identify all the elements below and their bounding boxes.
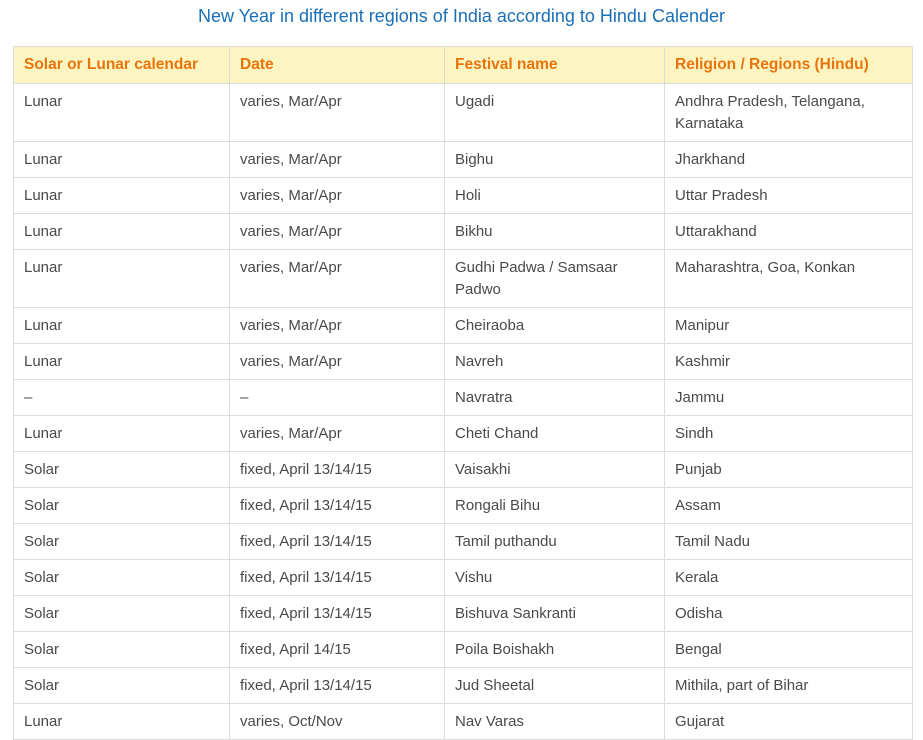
header-festival-name: Festival name [444, 46, 665, 84]
cell-festival-name: Navreh [444, 343, 665, 380]
table-body: Lunar varies, Mar/Apr Ugadi Andhra Pradesh,… [13, 83, 913, 740]
header-regions: Religion / Regions (Hindu) [664, 46, 913, 84]
cell-festival-name: Cheti Chand [444, 415, 665, 452]
cell-calendar-type: Lunar [13, 213, 230, 250]
cell-calendar-type: Lunar [13, 177, 230, 214]
table-row: Solar fixed, April 13/14/15 Rongali Bihu As… [13, 487, 913, 524]
cell-calendar-type: Solar [13, 487, 230, 524]
cell-date: varies, Mar/Apr [229, 177, 445, 214]
cell-festival-name: Gudhi Padwa / Samsaar Padwo [444, 249, 665, 308]
cell-calendar-type: Lunar [13, 343, 230, 380]
cell-festival-name: Jud Sheetal [444, 667, 665, 704]
cell-regions: Bengal [664, 631, 913, 668]
header-row: Solar or Lunar calendar Date Festival na… [13, 46, 913, 84]
table-row: Solar fixed, April 14/15 Poila Boishakh Ben… [13, 631, 913, 668]
festival-table: Solar or Lunar calendar Date Festival na… [13, 46, 913, 740]
cell-date: varies, Mar/Apr [229, 213, 445, 250]
cell-regions: Jharkhand [664, 141, 913, 178]
table-row: Solar fixed, April 13/14/15 Bishuva Sankra… [13, 595, 913, 632]
cell-regions: Sindh [664, 415, 913, 452]
cell-date: varies, Oct/Nov [229, 703, 445, 740]
cell-festival-name: Bikhu [444, 213, 665, 250]
table-row: Solar fixed, April 13/14/15 Vishu Kerala [13, 559, 913, 596]
cell-festival-name: Bishuva Sankranti [444, 595, 665, 632]
cell-festival-name: Nav Varas [444, 703, 665, 740]
cell-calendar-type: Lunar [13, 703, 230, 740]
cell-regions: Maharashtra, Goa, Konkan [664, 249, 913, 308]
table-row: Solar fixed, April 13/14/15 Jud Sheetal Mit… [13, 667, 913, 704]
cell-regions: Assam [664, 487, 913, 524]
table-header: Solar or Lunar calendar Date Festival na… [13, 46, 913, 84]
cell-regions: Punjab [664, 451, 913, 488]
table-row: Lunar varies, Mar/Apr Cheti Chand Sindh [13, 415, 913, 452]
header-calendar-type: Solar or Lunar calendar [13, 46, 230, 84]
table-row: Lunar varies, Mar/Apr Holi Uttar Pradesh [13, 177, 913, 214]
cell-regions: Kashmir [664, 343, 913, 380]
table-row: Lunar varies, Mar/Apr Ugadi Andhra Pradesh,… [13, 83, 913, 142]
cell-festival-name: Holi [444, 177, 665, 214]
cell-date: fixed, April 14/15 [229, 631, 445, 668]
cell-calendar-type: Solar [13, 667, 230, 704]
cell-festival-name: Vaisakhi [444, 451, 665, 488]
table-row: Lunar varies, Mar/Apr Gudhi Padwa / Samsaa… [13, 249, 913, 308]
cell-calendar-type: Solar [13, 451, 230, 488]
cell-date: varies, Mar/Apr [229, 83, 445, 142]
cell-regions: Tamil Nadu [664, 523, 913, 560]
cell-festival-name: Vishu [444, 559, 665, 596]
table-row: Lunar varies, Mar/Apr Cheiraoba Manipur [13, 307, 913, 344]
cell-date: fixed, April 13/14/15 [229, 451, 445, 488]
cell-calendar-type: Lunar [13, 415, 230, 452]
cell-regions: Uttar Pradesh [664, 177, 913, 214]
cell-date: fixed, April 13/14/15 [229, 667, 445, 704]
cell-calendar-type: Lunar [13, 83, 230, 142]
cell-date: varies, Mar/Apr [229, 249, 445, 308]
cell-calendar-type: Lunar [13, 307, 230, 344]
cell-festival-name: Poila Boishakh [444, 631, 665, 668]
table-row: Lunar varies, Mar/Apr Bikhu Uttarakhand [13, 213, 913, 250]
cell-calendar-type: Solar [13, 559, 230, 596]
table-row: Lunar varies, Mar/Apr Navreh Kashmir [13, 343, 913, 380]
cell-date: fixed, April 13/14/15 [229, 595, 445, 632]
cell-date: varies, Mar/Apr [229, 307, 445, 344]
table-row: Solar fixed, April 13/14/15 Vaisakhi Punjab [13, 451, 913, 488]
cell-date: varies, Mar/Apr [229, 415, 445, 452]
cell-regions: Jammu [664, 379, 913, 416]
cell-regions: Andhra Pradesh, Telangana, Karnataka [664, 83, 913, 142]
cell-regions: Odisha [664, 595, 913, 632]
cell-date: – [229, 379, 445, 416]
cell-regions: Kerala [664, 559, 913, 596]
cell-date: varies, Mar/Apr [229, 343, 445, 380]
table-row: – – Navratra Jammu [13, 379, 913, 416]
cell-calendar-type: Solar [13, 631, 230, 668]
table-row: Lunar varies, Mar/Apr Bighu Jharkhand [13, 141, 913, 178]
cell-regions: Manipur [664, 307, 913, 344]
cell-festival-name: Bighu [444, 141, 665, 178]
header-date: Date [229, 46, 445, 84]
cell-festival-name: Tamil puthandu [444, 523, 665, 560]
cell-regions: Mithila, part of Bihar [664, 667, 913, 704]
cell-festival-name: Cheiraoba [444, 307, 665, 344]
page-title: New Year in different regions of India a… [197, 6, 725, 26]
cell-calendar-type: Solar [13, 523, 230, 560]
cell-calendar-type: Solar [13, 595, 230, 632]
cell-regions: Uttarakhand [664, 213, 913, 250]
cell-date: fixed, April 13/14/15 [229, 559, 445, 596]
table-row: Lunar varies, Oct/Nov Nav Varas Gujarat [13, 703, 913, 740]
cell-calendar-type: Lunar [13, 141, 230, 178]
page: New Year in different regions of India a… [0, 0, 923, 740]
cell-date: fixed, April 13/14/15 [229, 523, 445, 560]
cell-regions: Gujarat [664, 703, 913, 740]
cell-date: fixed, April 13/14/15 [229, 487, 445, 524]
cell-date: varies, Mar/Apr [229, 141, 445, 178]
table-row: Solar fixed, April 13/14/15 Tamil puthandu… [13, 523, 913, 560]
cell-calendar-type: – [13, 379, 230, 416]
cell-festival-name: Navratra [444, 379, 665, 416]
cell-calendar-type: Lunar [13, 249, 230, 308]
cell-festival-name: Rongali Bihu [444, 487, 665, 524]
cell-festival-name: Ugadi [444, 83, 665, 142]
